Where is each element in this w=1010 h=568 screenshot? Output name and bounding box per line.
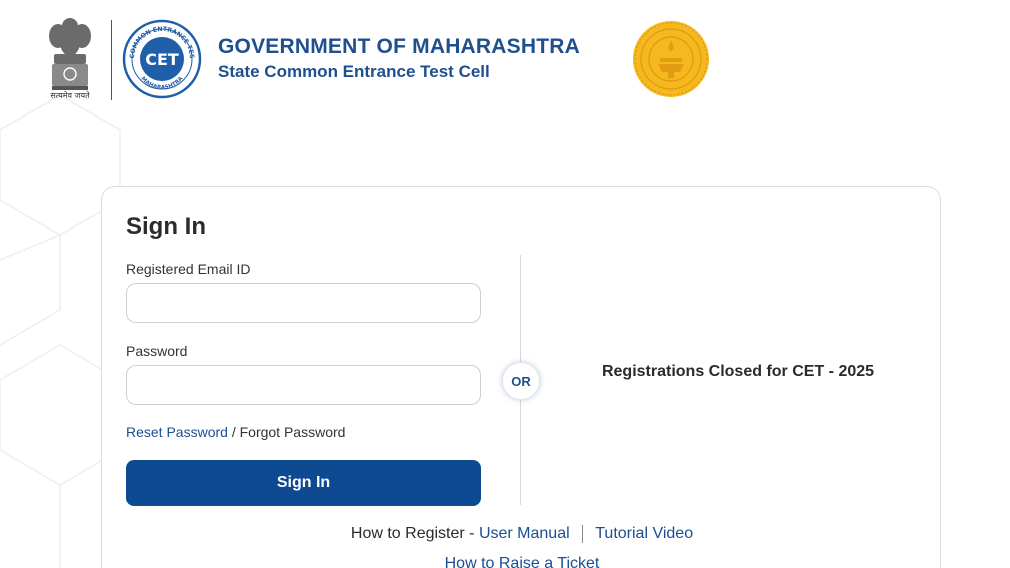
page-title: GOVERNMENT OF MAHARASHTRA [218,35,580,58]
link-separator: / [231,424,236,440]
raise-ticket-row: How to Raise a Ticket [102,555,942,568]
reset-password-link[interactable]: Reset Password [126,424,228,440]
password-label: Password [126,343,188,359]
cet-logo-icon: STATE COMMON ENTRANCE TEST CELL MAHARASH… [122,19,202,99]
sign-in-heading: Sign In [126,213,206,240]
maharashtra-seal-icon [633,21,709,97]
how-to-register-label: How to Register - [350,525,475,543]
registration-status-message: Registrations Closed for CET - 2025 [601,363,875,380]
page-subtitle: State Common Entrance Test Cell [218,62,490,81]
tutorial-video-link[interactable]: Tutorial Video [595,525,693,542]
password-input[interactable] [126,365,481,405]
site-header: सत्यमेव जयते STATE COMMON ENTRANCE TEST … [0,0,1010,110]
emblem-caption: सत्यमेव जयते [50,91,90,100]
email-input[interactable] [126,283,481,323]
sign-in-card: Sign In Registered Email ID Password Res… [101,186,941,568]
sign-in-button[interactable]: Sign In [126,460,481,506]
header-divider [111,20,112,100]
cet-center-text: CET [145,50,179,69]
or-badge: OR [502,362,540,400]
forgot-password-link[interactable]: Forgot Password [240,424,346,440]
user-manual-link[interactable]: User Manual [479,525,570,542]
raise-ticket-link[interactable]: How to Raise a Ticket [445,555,600,568]
email-label: Registered Email ID [126,261,251,277]
password-links: Reset Password / Forgot Password [126,424,345,440]
help-links-row: How to Register - User Manual Tutorial V… [102,525,942,543]
link-pipe-divider [582,525,584,543]
